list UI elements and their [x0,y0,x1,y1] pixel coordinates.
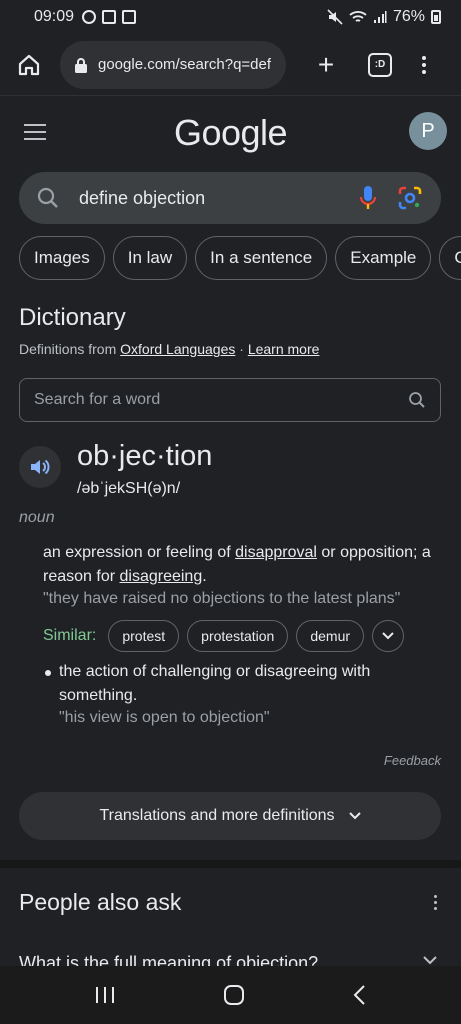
filter-chips: Images In law In a sentence Example C [19,236,461,280]
translations-more-definitions-button[interactable]: Translations and more definitions [19,792,441,840]
synonym-chip[interactable]: protestation [187,620,289,652]
pronunciation-button[interactable] [19,446,61,488]
feedback-link[interactable]: Feedback [384,753,441,768]
home-button[interactable] [14,50,44,80]
battery-icon [431,10,441,24]
part-of-speech: noun [19,509,55,526]
home-icon [18,54,40,75]
microphone-icon[interactable] [359,185,377,211]
lock-icon [75,57,87,73]
learn-more-link[interactable]: Learn more [248,341,320,357]
disapproval-link[interactable]: disapproval [235,544,317,561]
phonetic: /əbˈjekSH(ə)n/ [77,480,181,497]
system-nav-bar [0,966,461,1024]
chevron-down-icon [348,812,361,820]
google-lens-icon[interactable] [397,185,423,211]
bullet [45,670,51,676]
disagreeing-link[interactable]: disagreeing [119,568,202,585]
browser-menu-button[interactable] [422,55,426,74]
chevron-down-icon[interactable] [423,956,437,965]
wifi-icon [349,11,367,22]
headword: ob·jec·tion [77,440,213,472]
address-bar[interactable]: google.com/search?q=def [60,40,286,89]
chip-in-a-sentence[interactable]: In a sentence [195,236,328,280]
more-synonyms-button[interactable] [372,620,405,652]
synonym-chip[interactable]: demur [296,620,365,652]
chip-example[interactable]: Example [335,236,432,280]
chevron-down-icon [382,632,394,640]
definition-1: an expression or feeling of disapproval … [43,544,431,585]
screen-record-icon [102,10,117,24]
chip-images[interactable]: Images [19,236,105,280]
avatar[interactable]: P [409,112,447,150]
search-icon [37,187,58,208]
speaker-icon [31,459,50,475]
browser-toolbar: google.com/search?q=def + :D [0,34,461,96]
section-divider [0,860,461,868]
recent-apps-icon[interactable] [94,985,116,1005]
example-1: "they have raised no objections to the l… [43,590,401,607]
search-box[interactable]: define objection [19,172,441,224]
gallery-icon [122,10,137,24]
home-nav-icon[interactable] [223,984,245,1006]
status-bar: 09:09 76% [0,0,461,34]
search-input[interactable]: define objection [79,188,359,209]
word-search-field[interactable]: Search for a word [19,378,441,422]
battery-percent: 76% [392,8,425,25]
example-2: "his view is open to objection" [59,709,270,726]
synonym-chip[interactable]: protest [108,620,180,652]
search-icon[interactable] [408,391,426,409]
definition-2: the action of challenging or disagreeing… [59,663,371,704]
chip-truncated[interactable]: C [439,236,461,280]
tabs-button[interactable]: :D [368,52,392,77]
google-header: Google P [0,100,461,166]
more-options-icon[interactable] [434,895,437,910]
dictionary-title: Dictionary [19,304,126,331]
back-icon[interactable] [352,984,368,1006]
signal-icon [373,11,387,23]
clock: 09:09 [34,8,75,25]
chip-in-law[interactable]: In law [112,236,188,280]
do-not-disturb-icon [82,10,97,24]
similar-label: Similar: [43,627,97,644]
people-also-ask-title: People also ask [19,889,182,915]
word-search-placeholder: Search for a word [34,391,161,408]
mute-icon [327,9,343,25]
similar-words: Similar: protest protestation demur [43,620,405,652]
new-tab-button[interactable]: + [312,50,340,79]
oxford-languages-link[interactable]: Oxford Languages [120,341,235,357]
dictionary-source: Definitions from Oxford Languages · Lear… [19,341,320,357]
google-logo[interactable]: Google [0,112,461,154]
url-text: google.com/search?q=def [98,56,272,73]
